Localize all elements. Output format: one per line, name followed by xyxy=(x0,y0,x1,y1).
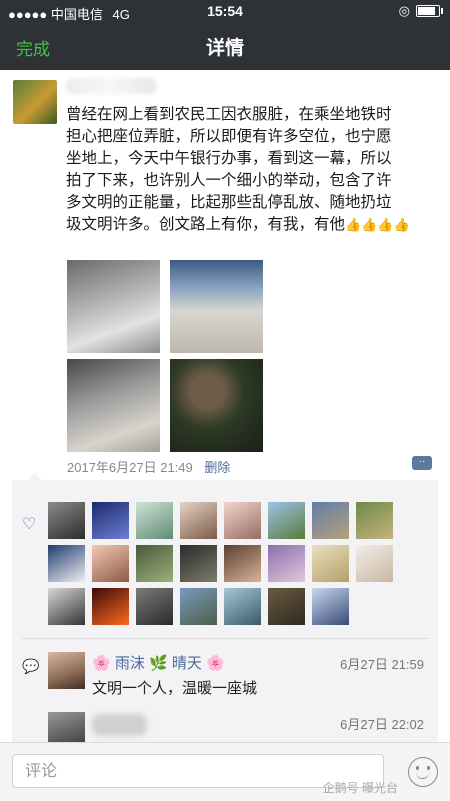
poster-avatar[interactable] xyxy=(13,80,57,124)
liker-avatars xyxy=(48,502,400,625)
liker-avatar[interactable] xyxy=(312,545,349,582)
post-line: 多文明的正能量，比起那些乱停乱放、随地扔垃 xyxy=(66,194,392,211)
liker-avatar[interactable] xyxy=(180,545,217,582)
liker-avatar[interactable] xyxy=(356,502,393,539)
liker-avatar[interactable] xyxy=(92,502,129,539)
commenter-name[interactable]: 🌸 雨沫 🌿 晴天 🌸 xyxy=(92,652,225,673)
comment-text: 文明一个人，温暖一座城 xyxy=(92,680,258,697)
comment-bubble-icon: 💬 xyxy=(22,658,40,674)
photo-thumbnail[interactable] xyxy=(170,359,263,452)
liker-avatar[interactable] xyxy=(312,502,349,539)
liker-avatar[interactable] xyxy=(48,502,85,539)
post-line: 担心把座位弄脏，所以即便有许多空位，也宁愿 xyxy=(66,128,392,145)
status-icons: ◎ xyxy=(398,3,443,19)
poster-name-blurred[interactable] xyxy=(66,78,156,94)
leaf-icon: 🌿 xyxy=(149,655,168,672)
battery-icon xyxy=(416,5,443,17)
liker-avatar[interactable] xyxy=(136,545,173,582)
watermark: 企鹅号 曝光台 xyxy=(322,781,398,795)
liker-avatar[interactable] xyxy=(92,588,129,625)
liker-avatar[interactable] xyxy=(180,502,217,539)
comment-time: 6月27日 21:59 xyxy=(340,657,424,672)
liker-avatar[interactable] xyxy=(356,545,393,582)
liker-avatar[interactable] xyxy=(48,545,85,582)
liker-avatar[interactable] xyxy=(48,588,85,625)
commenter-avatar[interactable] xyxy=(48,712,85,742)
liker-avatar[interactable] xyxy=(268,588,305,625)
commenter-avatar[interactable] xyxy=(48,652,85,689)
photo-thumbnail[interactable] xyxy=(170,260,263,353)
post-timestamp: 2017年6月27日 21:49 xyxy=(67,460,193,475)
interaction-panel: ♡ 💬 🌸 雨沫 🌿 晴天 🌸 6月27日 21:59 文明一个人，温暖一座城 … xyxy=(12,473,438,742)
clock: 15:54 xyxy=(207,3,243,19)
post-line: 坐地上，今天中午银行办事，看到这一幕，所以 xyxy=(66,150,392,167)
heart-icon: ♡ xyxy=(22,516,37,533)
orientation-lock-icon: ◎ xyxy=(398,3,410,18)
liker-avatar[interactable] xyxy=(268,502,305,539)
delete-link[interactable]: 删除 xyxy=(204,460,230,475)
commenter-name-part: 晴天 xyxy=(171,655,202,672)
post-line-text: 圾文明许多。创文路上有你，有我，有他 xyxy=(66,216,346,233)
liker-avatar[interactable] xyxy=(92,545,129,582)
photo-thumbnail[interactable] xyxy=(67,359,160,452)
commenter-name-part: 雨沫 xyxy=(114,655,145,672)
liker-avatar[interactable] xyxy=(136,502,173,539)
liker-avatar[interactable] xyxy=(180,588,217,625)
liker-avatar[interactable] xyxy=(224,588,261,625)
liker-avatar[interactable] xyxy=(268,545,305,582)
status-bar: ●●●●● 中国电信 4G 15:54 ◎ xyxy=(0,0,450,22)
divider xyxy=(22,638,428,639)
emoji-icon[interactable] xyxy=(408,757,438,787)
comment-time: 6月27日 22:02 xyxy=(340,717,424,732)
flower-icon: 🌸 xyxy=(92,655,111,672)
battery-level xyxy=(418,7,435,15)
flower-icon: 🌸 xyxy=(206,655,225,672)
comment-bar: 评论 企鹅号 曝光台 xyxy=(0,742,450,801)
post-text: 曾经在网上看到农民工因衣服脏，在乘坐地铁时 担心把座位弄脏，所以即便有许多空位，… xyxy=(66,104,444,236)
liker-avatar[interactable] xyxy=(136,588,173,625)
photo-thumbnail[interactable] xyxy=(67,260,160,353)
commenter-name-blurred[interactable] xyxy=(92,714,147,736)
nav-bar: 完成 详情 xyxy=(0,22,450,70)
liker-avatar[interactable] xyxy=(312,588,349,625)
liker-avatar[interactable] xyxy=(224,545,261,582)
liker-avatar[interactable] xyxy=(224,502,261,539)
post-line: 曾经在网上看到农民工因衣服脏，在乘坐地铁时 xyxy=(66,106,392,123)
post-meta: 2017年6月27日 21:49 删除 xyxy=(67,457,230,476)
photo-grid xyxy=(67,260,263,452)
comment-menu-icon[interactable]: ·· xyxy=(412,456,432,470)
page-title: 详情 xyxy=(205,38,244,59)
thumbs-up-icons: 👍👍👍👍 xyxy=(345,217,410,232)
post-line: 拍了下来，也许别人一个细小的举动，包含了许 xyxy=(66,172,392,189)
post-line: 圾文明许多。创文路上有你，有我，有他👍👍👍👍 xyxy=(66,214,444,236)
